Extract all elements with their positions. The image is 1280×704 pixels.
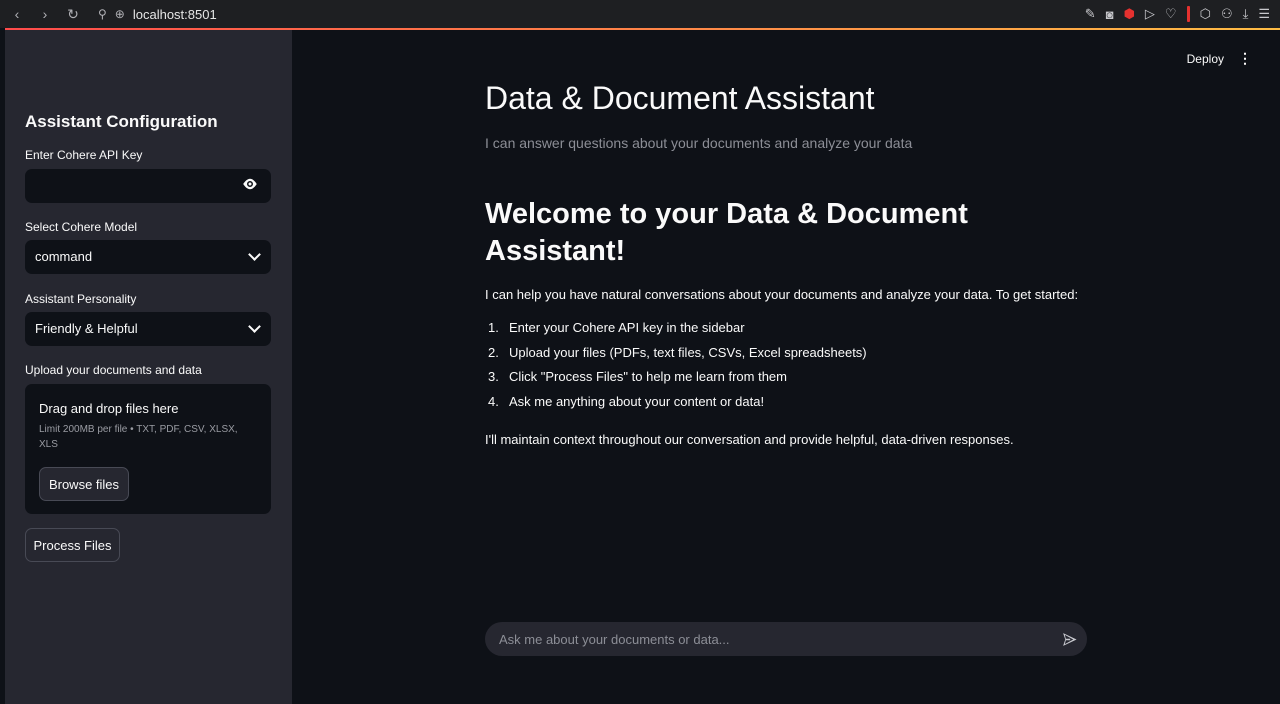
- personality-label: Assistant Personality: [25, 292, 137, 306]
- send-icon[interactable]: [1061, 631, 1077, 647]
- chat-input-bar: [485, 622, 1087, 656]
- profile-icon[interactable]: ⚇: [1221, 6, 1233, 22]
- separator-bar: [1186, 6, 1190, 22]
- list-item: 1. Enter your Cohere API key in the sideb…: [488, 320, 745, 335]
- play-icon[interactable]: ▷: [1145, 6, 1155, 22]
- chat-input[interactable]: [499, 622, 1039, 656]
- reload-icon[interactable]: ↻: [66, 6, 80, 23]
- upload-label: Upload your documents and data: [25, 363, 202, 377]
- browser-toolbar: ‹ › ↻ ⚲ ⊕ localhost:8501 ✎ ◙ ⬢ ▷ ♡ ⬡ ⚇ ⤓…: [0, 0, 1280, 28]
- edit-icon[interactable]: ✎: [1085, 6, 1096, 22]
- dropzone-title: Drag and drop files here: [39, 401, 179, 416]
- camera-icon[interactable]: ◙: [1106, 7, 1114, 22]
- personality-value: Friendly & Helpful: [35, 321, 138, 336]
- model-select[interactable]: command: [25, 240, 271, 274]
- file-dropzone[interactable]: Drag and drop files here Limit 200MB per…: [25, 384, 271, 514]
- welcome-heading: Welcome to your Data & Document Assistan…: [485, 198, 968, 267]
- shield-icon[interactable]: ⬢: [1124, 6, 1135, 22]
- intro-text: I can help you have natural conversation…: [485, 287, 1079, 302]
- cube-icon[interactable]: ⬡: [1200, 6, 1211, 22]
- url-text: localhost:8501: [132, 6, 217, 22]
- back-icon[interactable]: ‹: [10, 6, 24, 22]
- api-key-label: Enter Cohere API Key: [25, 148, 143, 162]
- list-item: 3. Click "Process Files" to help me learn…: [488, 369, 787, 385]
- steps-list: 1. Enter your Cohere API key in the sideb…: [485, 320, 867, 419]
- deploy-button[interactable]: Deploy: [1187, 52, 1224, 66]
- heart-icon[interactable]: ♡: [1165, 6, 1177, 22]
- model-value: command: [35, 249, 93, 264]
- download-icon[interactable]: ⤓: [1243, 6, 1249, 22]
- menu-icon[interactable]: ☰: [1258, 6, 1270, 22]
- list-item: 2. Upload your files (PDFs, text files, C…: [488, 344, 867, 360]
- browse-files-button[interactable]: Browse files: [39, 467, 129, 501]
- list-item: 4. Ask me anything about your content or …: [488, 394, 765, 410]
- chevron-down-icon: [248, 248, 261, 261]
- chevron-down-icon: [248, 320, 261, 333]
- address-bar[interactable]: ⚲ ⊕ localhost:8501: [98, 7, 217, 22]
- personality-select[interactable]: Friendly & Helpful: [25, 312, 271, 346]
- page-caption: I can answer questions about your docume…: [485, 135, 913, 151]
- main-content: Deploy ⋮ Data & Document Assistant I can…: [292, 30, 1280, 704]
- sidebar: Assistant Configuration Enter Cohere API…: [5, 30, 292, 704]
- more-menu-icon[interactable]: ⋮: [1238, 50, 1252, 67]
- model-label: Select Cohere Model: [25, 220, 138, 234]
- globe-icon: ⊕: [114, 7, 125, 21]
- forward-icon[interactable]: ›: [38, 6, 52, 22]
- eye-icon[interactable]: [241, 175, 259, 197]
- process-files-button[interactable]: Process Files: [25, 528, 120, 562]
- site-info-icon[interactable]: ⚲: [98, 7, 107, 21]
- sidebar-title: Assistant Configuration: [25, 112, 218, 131]
- page-title: Data & Document Assistant: [485, 80, 875, 116]
- outro-text: I'll maintain context throughout our con…: [485, 432, 1014, 447]
- api-key-field[interactable]: [25, 169, 271, 203]
- dropzone-limit: Limit 200MB per file • TXT, PDF, CSV, XL…: [39, 424, 238, 450]
